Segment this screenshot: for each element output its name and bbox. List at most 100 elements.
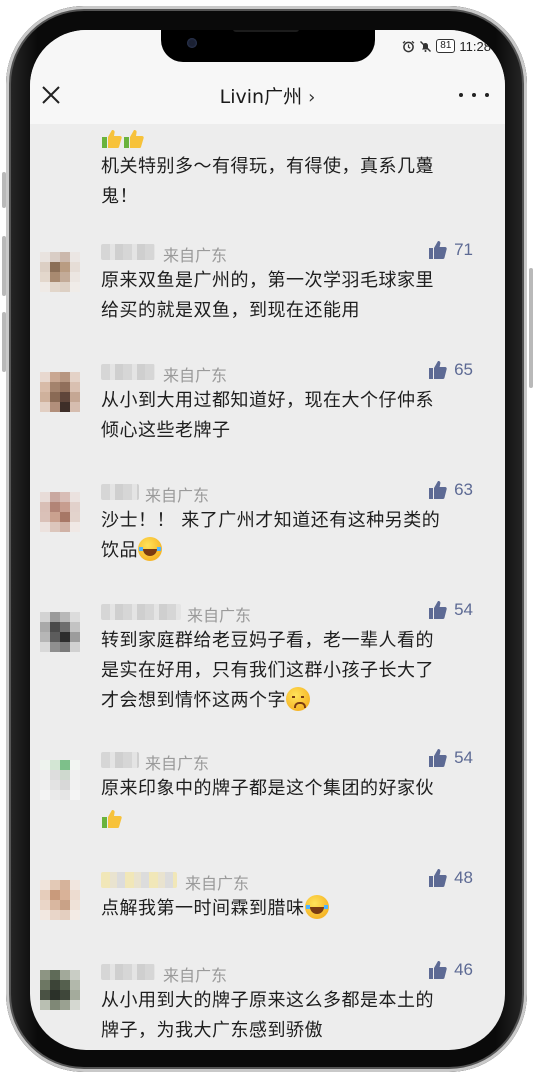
comment-text: 从小用到大的牌子原来这么多都是本土的 [101, 990, 434, 1011]
thumbs-up-icon [429, 749, 447, 767]
comment-text: 沙士！！ 来了广州才知道还有这种另类的 [101, 510, 441, 531]
like-count: 48 [454, 868, 473, 887]
mute-bell-icon [419, 40, 432, 53]
username-blurred[interactable] [101, 752, 139, 768]
avatar[interactable] [40, 880, 80, 920]
comment-text: 倾心这些老牌子 [101, 420, 231, 441]
location-label: 来自广东 [163, 246, 228, 265]
like-count: 46 [454, 960, 473, 979]
comment-body: 来自广东 46 从小用到大的牌子原来这么多都是本土的 牌子，为我大广东感到骄傲 [101, 958, 491, 1046]
comment-text: 原来印象中的牌子都是这个集团的好家伙 [101, 778, 434, 799]
username-blurred[interactable] [101, 964, 155, 980]
comment-text: 鬼！ [101, 186, 138, 207]
alarm-icon [402, 40, 415, 53]
like-button[interactable]: 54 [428, 748, 473, 768]
comment-text: 转到家庭群给老豆妈子看，老一辈人看的 [101, 630, 434, 651]
location-label: 来自广东 [163, 966, 228, 985]
comment-text-segment: 才会想到情怀这两个字 [101, 690, 286, 711]
like-button[interactable]: 71 [428, 240, 473, 260]
thumbs-up-icon [429, 961, 447, 979]
thumbs-up-icon [429, 361, 447, 379]
username-blurred[interactable] [101, 484, 139, 500]
comment-text: 给买的就是双鱼，到现在还能用 [101, 300, 360, 321]
comment-meta: 来自广东 46 [101, 958, 491, 986]
like-count: 54 [454, 600, 473, 619]
comment-text: 原来双鱼是广州的，第一次学羽毛球家里 [101, 270, 434, 291]
status-time: 11:28 [459, 38, 491, 54]
like-button[interactable]: 54 [428, 600, 473, 620]
silent-switch [2, 172, 6, 208]
laughing-emoji-icon [304, 895, 329, 919]
username-blurred[interactable] [101, 872, 177, 888]
earpiece [233, 30, 299, 32]
like-count: 63 [454, 480, 473, 499]
username-blurred[interactable] [101, 244, 155, 260]
more-dot-icon [485, 93, 489, 97]
like-count: 54 [454, 748, 473, 767]
comment-meta: 来自广东 48 [101, 866, 491, 894]
location-label: 来自广东 [187, 606, 252, 625]
comment-body: 来自广东 54 转到家庭群给老豆妈子看，老一辈人看的 是实在好用，只有我们这群小… [101, 598, 491, 716]
avatar[interactable] [40, 760, 80, 800]
more-dot-icon [472, 93, 476, 97]
sad-emoji-icon [286, 687, 310, 711]
like-button[interactable]: 48 [428, 868, 473, 888]
page-title-link[interactable]: Livin广州 › [30, 82, 505, 109]
comment-body: 来自广东 71 原来双鱼是广州的，第一次学羽毛球家里 给买的就是双鱼，到现在还能… [101, 238, 491, 326]
more-dot-icon [459, 93, 463, 97]
more-options-button[interactable] [459, 82, 489, 108]
battery-indicator: 81 [436, 39, 456, 53]
comment-text: 是实在好用，只有我们这群小孩子长大了 [101, 660, 434, 681]
front-camera [187, 38, 197, 48]
avatar[interactable] [40, 372, 80, 412]
comment-body: 来自广东 54 原来印象中的牌子都是这个集团的好家伙 [101, 746, 491, 834]
avatar[interactable] [40, 970, 80, 1010]
volume-down-button [2, 312, 6, 372]
comment-text-segment: 饮品 [101, 540, 138, 561]
like-button[interactable]: 65 [428, 360, 473, 380]
like-button[interactable]: 63 [428, 480, 473, 500]
comment-text: 机关特别多～有得玩，有得使，真系几躉 [101, 156, 434, 177]
comment-meta: 来自广东 54 [101, 598, 491, 626]
comment-body: 来自广东 48 点解我第一时间霖到腊味 [101, 866, 491, 924]
thumbs-up-icon [429, 601, 447, 619]
thumbs-up-icon [429, 481, 447, 499]
thumbs-up-icon [429, 241, 447, 259]
notch [161, 30, 375, 62]
avatar[interactable] [40, 252, 80, 292]
location-label: 来自广东 [145, 486, 210, 505]
location-label: 来自广东 [145, 754, 210, 773]
like-button[interactable]: 46 [428, 960, 473, 980]
comment-list: 机关特别多～有得玩，有得使，真系几躉 鬼！ 来自广东 71 原来双鱼是广州的，第… [30, 124, 505, 1050]
comment-text: 饮品 [101, 536, 491, 566]
like-count: 65 [454, 360, 473, 379]
thumbs-up-emoji-icon [124, 130, 144, 148]
location-label: 来自广东 [185, 874, 250, 893]
avatar[interactable] [40, 612, 80, 652]
location-label: 来自广东 [163, 366, 228, 385]
comment-meta: 来自广东 54 [101, 746, 491, 774]
power-button [529, 268, 533, 388]
comment-body: 来自广东 63 沙士！！ 来了广州才知道还有这种另类的 饮品 [101, 478, 491, 566]
comment-text: 才会想到情怀这两个字 [101, 686, 491, 716]
comment-meta: 来自广东 65 [101, 358, 491, 386]
volume-up-button [2, 236, 6, 296]
comment-meta: 来自广东 71 [101, 238, 491, 266]
username-blurred[interactable] [101, 364, 155, 380]
like-count: 71 [454, 240, 473, 259]
comment-text: 牌子，为我大广东感到骄傲 [101, 1020, 323, 1041]
username-blurred[interactable] [101, 604, 181, 620]
comment-text: 点解我第一时间霖到腊味 [101, 894, 491, 924]
thumbs-up-emoji-icon [102, 810, 122, 828]
comment-body: 来自广东 65 从小到大用过都知道好，现在大个仔仲系 倾心这些老牌子 [101, 358, 491, 446]
screen: 81 11:28 Livin广州› 机关特别多～有得玩，有得使，真系几躉 鬼！ [30, 30, 505, 1050]
comment-continued: 机关特别多～有得玩，有得使，真系几躉 鬼！ [101, 128, 481, 212]
status-bar: 81 11:28 [402, 36, 491, 56]
comment-text: 从小到大用过都知道好，现在大个仔仲系 [101, 390, 434, 411]
thumbs-up-icon [429, 869, 447, 887]
comment-meta: 来自广东 63 [101, 478, 491, 506]
comment-text-segment: 点解我第一时间霖到腊味 [101, 898, 305, 919]
avatar[interactable] [40, 492, 80, 532]
page-title: Livin广州 [219, 86, 303, 108]
laughing-emoji-icon [138, 537, 162, 561]
